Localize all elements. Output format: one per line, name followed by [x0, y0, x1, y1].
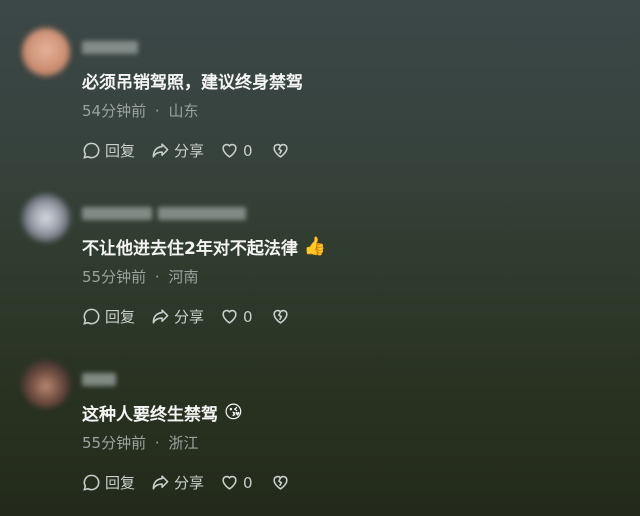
comment-time: 54分钟前 — [82, 102, 147, 120]
reply-button[interactable]: 回复 — [82, 472, 135, 493]
comment-text: 不让他进去住2年对不起法律 👍 — [82, 236, 327, 259]
meta-separator: · — [154, 102, 160, 120]
share-button[interactable]: 分享 — [151, 306, 204, 327]
comment-bubble-icon — [83, 142, 100, 159]
comment-actions: 回复 分享 0 — [82, 472, 310, 493]
comment-meta: 55分钟前 · 河南 — [82, 266, 198, 287]
dislike-button[interactable] — [271, 473, 294, 492]
comment-actions: 回复 分享 0 — [82, 140, 310, 161]
share-label: 分享 — [174, 142, 205, 160]
share-label: 分享 — [174, 308, 205, 326]
dislike-button[interactable] — [271, 141, 294, 160]
kissing-face-emoji-icon: 😘 — [224, 402, 243, 423]
share-arrow-icon — [152, 475, 169, 490]
meta-separator: · — [154, 434, 160, 452]
share-arrow-icon — [152, 143, 169, 158]
comment-location: 河南 — [168, 268, 199, 286]
username-blurred[interactable] — [82, 207, 246, 221]
like-button[interactable]: 0 — [220, 141, 253, 160]
avatar[interactable] — [22, 194, 70, 242]
share-button[interactable]: 分享 — [151, 472, 204, 493]
comment-meta: 55分钟前 · 浙江 — [82, 432, 198, 453]
avatar[interactable] — [22, 28, 70, 76]
like-count: 0 — [243, 473, 253, 492]
comment-bubble-icon — [83, 474, 100, 491]
comment-text: 必须吊销驾照，建议终身禁驾 — [82, 73, 303, 93]
reply-label: 回复 — [105, 474, 136, 492]
reply-label: 回复 — [105, 308, 136, 326]
broken-heart-icon — [272, 309, 288, 324]
like-button[interactable]: 0 — [220, 307, 253, 326]
heart-outline-icon — [222, 143, 237, 158]
share-label: 分享 — [174, 474, 205, 492]
comment-location: 浙江 — [168, 434, 199, 452]
comment-meta: 54分钟前 · 山东 — [82, 100, 198, 121]
comment-time: 55分钟前 — [82, 434, 147, 452]
comment-actions: 回复 分享 0 — [82, 306, 310, 327]
username-blurred[interactable] — [82, 41, 138, 55]
comment-text: 这种人要终生禁驾 😘 — [82, 402, 243, 425]
like-count: 0 — [243, 141, 253, 160]
broken-heart-icon — [272, 475, 288, 490]
like-button[interactable]: 0 — [220, 473, 253, 492]
share-button[interactable]: 分享 — [151, 140, 204, 161]
dislike-button[interactable] — [271, 307, 294, 326]
like-count: 0 — [243, 307, 253, 326]
reply-label: 回复 — [105, 142, 136, 160]
avatar[interactable] — [22, 360, 70, 408]
reply-button[interactable]: 回复 — [82, 306, 135, 327]
thumbs-up-emoji-icon: 👍 — [303, 236, 327, 257]
comment-location: 山东 — [168, 102, 199, 120]
share-arrow-icon — [152, 309, 169, 324]
meta-separator: · — [154, 268, 160, 286]
reply-button[interactable]: 回复 — [82, 140, 135, 161]
broken-heart-icon — [272, 143, 288, 158]
comment-bubble-icon — [83, 308, 100, 325]
heart-outline-icon — [222, 309, 237, 324]
heart-outline-icon — [222, 475, 237, 490]
comment-time: 55分钟前 — [82, 268, 147, 286]
username-blurred[interactable] — [82, 373, 116, 387]
